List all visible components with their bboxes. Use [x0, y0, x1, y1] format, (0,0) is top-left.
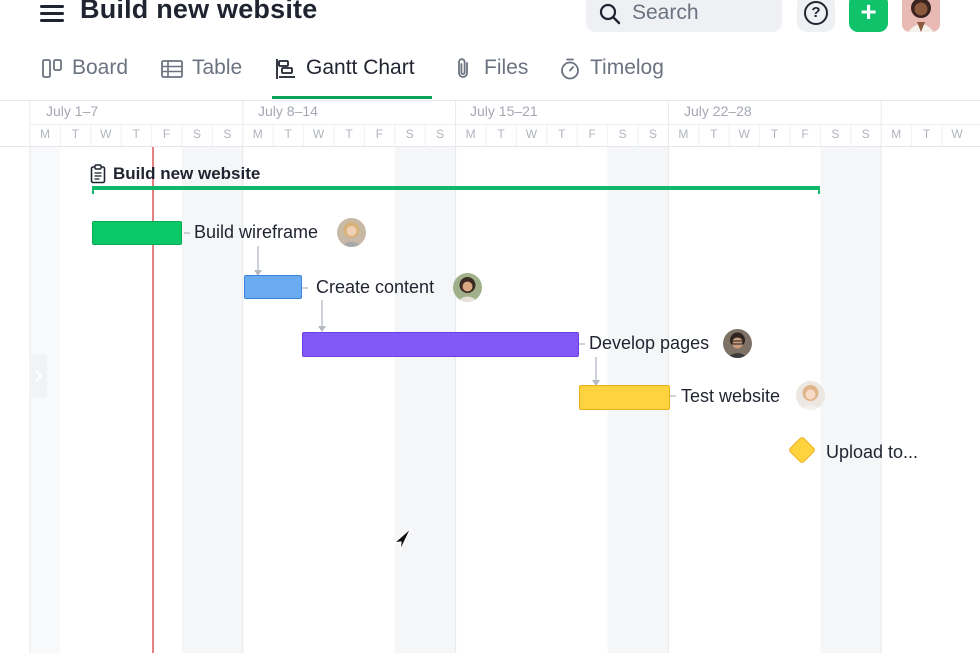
day-label: T: [770, 127, 779, 141]
search-input[interactable]: Search: [586, 0, 782, 32]
paperclip-icon: [458, 58, 468, 78]
project-summary-bar[interactable]: [92, 186, 820, 194]
day-label: W: [312, 127, 325, 141]
search-icon: [599, 3, 621, 25]
day-label: W: [951, 127, 963, 141]
active-tab-indicator: [272, 96, 432, 99]
day-label: M: [40, 127, 50, 141]
tab-label: Files: [484, 56, 529, 79]
divider: [0, 146, 980, 147]
tab-files[interactable]: Files: [452, 56, 528, 96]
assignee-avatar[interactable]: [453, 273, 482, 302]
week-label: July 8–14: [258, 103, 318, 119]
milestone-label: Upload to...: [826, 442, 919, 462]
day-label: T: [284, 127, 292, 141]
weekend-column: [820, 147, 851, 653]
chevron-right-icon: [35, 370, 43, 382]
tab-label: Timelog: [590, 56, 664, 79]
task-label: Build wireframe: [194, 222, 319, 242]
assignee-avatar[interactable]: [796, 381, 825, 410]
day-label: T: [922, 127, 931, 141]
day-label: M: [252, 127, 263, 141]
page-title: Build new website: [80, 0, 318, 24]
sidebar-expand-handle[interactable]: [30, 354, 47, 398]
day-label: S: [648, 127, 657, 141]
day-label: M: [891, 127, 902, 141]
project-title: Build new website: [113, 164, 261, 183]
weekend-column: [425, 147, 456, 653]
assignee-avatar[interactable]: [723, 329, 752, 358]
day-label: S: [861, 127, 870, 141]
view-tabs: Board Table Gantt Chart Files Timelog: [0, 48, 980, 100]
day-label: F: [588, 127, 596, 141]
tab-timelog[interactable]: Timelog: [558, 56, 664, 96]
day-label: T: [710, 127, 718, 141]
day-label: W: [525, 127, 538, 141]
tab-table[interactable]: Table: [160, 56, 242, 96]
user-avatar[interactable]: [902, 0, 940, 32]
day-label: W: [100, 127, 112, 141]
task-bar-test-website[interactable]: [579, 385, 670, 410]
week-label: July 22–28: [684, 103, 752, 119]
tab-label: Gantt Chart: [306, 56, 415, 79]
mouse-cursor-icon: [393, 527, 412, 552]
day-label: F: [162, 127, 171, 141]
day-label: T: [345, 127, 353, 141]
task-bar-build-wireframe[interactable]: [92, 221, 182, 245]
day-label: S: [618, 127, 627, 141]
week-label: July 15–21: [470, 103, 538, 119]
task-bar-develop-pages[interactable]: [302, 332, 579, 357]
header: Build new website Search ? +: [0, 0, 980, 40]
task-bar-create-content[interactable]: [244, 275, 302, 299]
day-label: S: [405, 127, 414, 141]
day-label: S: [436, 127, 445, 141]
day-label: T: [497, 127, 505, 141]
gantt-icon: [276, 59, 295, 79]
search-placeholder: Search: [632, 1, 699, 24]
day-label: M: [465, 127, 476, 141]
assignee-avatar[interactable]: [337, 218, 366, 247]
day-label: T: [132, 127, 140, 141]
tab-gantt-chart[interactable]: Gantt Chart: [274, 56, 415, 96]
day-label: M: [678, 127, 689, 141]
tab-label: Table: [192, 56, 243, 79]
day-label: S: [223, 127, 232, 141]
stopwatch-icon: [561, 58, 579, 80]
task-label: Create content: [316, 277, 435, 297]
task-label: Test website: [681, 386, 781, 406]
weekend-column: [394, 147, 426, 653]
day-label: T: [558, 127, 566, 141]
help-icon: ?: [804, 1, 828, 25]
task-label: Develop pages: [589, 333, 710, 353]
grid-lane: [30, 147, 60, 653]
tab-label: Board: [72, 56, 129, 79]
add-button[interactable]: +: [849, 0, 888, 32]
day-label: S: [831, 127, 840, 141]
board-icon: [42, 59, 62, 78]
week-label: July 1–7: [46, 103, 99, 119]
tab-board[interactable]: Board: [40, 56, 128, 96]
weekend-column: [850, 147, 882, 653]
divider: [30, 124, 980, 125]
hamburger-menu-icon[interactable]: [40, 3, 64, 23]
day-label: T: [71, 127, 80, 141]
day-label: S: [192, 127, 201, 141]
day-label: W: [738, 127, 750, 141]
table-icon: [161, 60, 183, 78]
gantt-timeline: July 1–7 July 8–14 July 15–21 July 22–28…: [0, 100, 980, 653]
help-button[interactable]: ?: [797, 0, 835, 32]
divider: [0, 100, 980, 101]
clipboard-icon: [90, 164, 106, 184]
day-label: F: [375, 127, 384, 141]
day-label: F: [801, 127, 809, 141]
